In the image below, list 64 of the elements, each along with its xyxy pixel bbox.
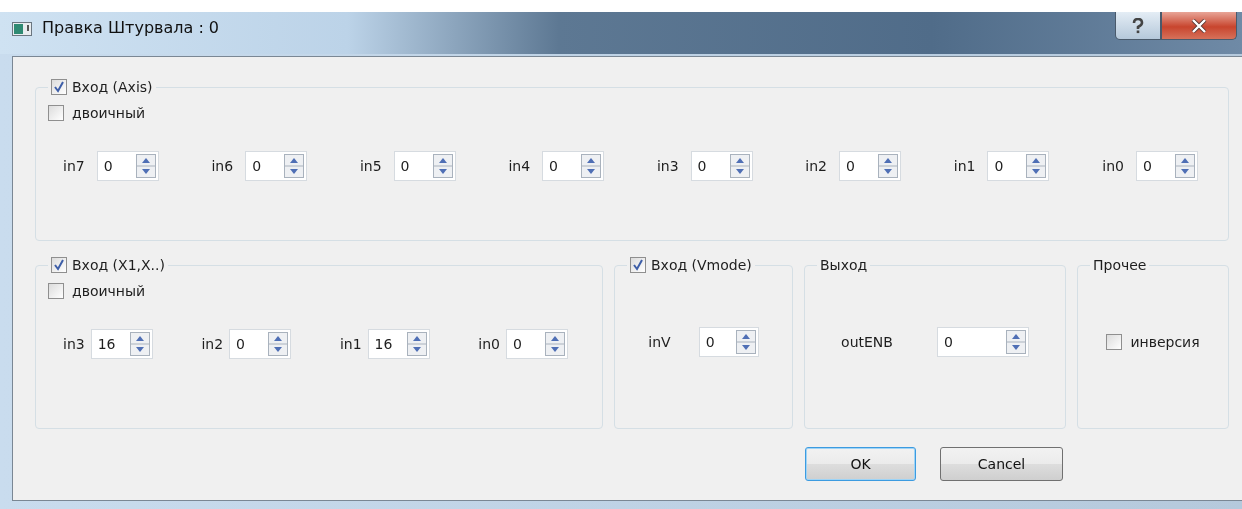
field-label: in2 <box>201 336 224 352</box>
number-spinbox[interactable]: 0 <box>393 151 456 181</box>
field-label: in3 <box>63 336 85 352</box>
field-label: in2 <box>805 158 827 174</box>
number-spinbox[interactable]: 0 <box>245 151 308 181</box>
number-spinbox[interactable]: 0 <box>1135 151 1198 181</box>
field-label: in1 <box>953 158 976 174</box>
number-spinbox[interactable]: 0 <box>690 151 753 181</box>
checkbox[interactable] <box>51 257 67 273</box>
checkbox[interactable] <box>630 257 646 273</box>
field-label: in5 <box>359 158 382 174</box>
spin-arrows-icon[interactable] <box>284 154 305 178</box>
spin-arrows-icon[interactable] <box>432 154 453 178</box>
field-label: in0 <box>1102 158 1124 174</box>
checkbox-label: двоичный <box>72 105 146 121</box>
dialog-button[interactable]: Cancel <box>940 447 1063 481</box>
number-spinbox[interactable]: 0 <box>542 151 605 181</box>
spin-arrows-icon[interactable] <box>1026 154 1047 178</box>
checkbox[interactable] <box>1106 333 1123 350</box>
spin-arrows-icon[interactable] <box>735 329 756 354</box>
group-title: Вход (Vmode) <box>651 257 752 273</box>
field-label: in0 <box>478 336 500 352</box>
group-title: Выход <box>820 257 868 273</box>
number-spinbox[interactable]: 16 <box>367 329 430 359</box>
field-label: in3 <box>656 158 679 174</box>
number-spinbox[interactable]: 0 <box>96 151 159 181</box>
group-title: Прочее <box>1093 257 1147 273</box>
help-button[interactable] <box>1115 12 1161 40</box>
number-spinbox[interactable]: 0 <box>698 326 759 357</box>
spin-arrows-icon[interactable] <box>406 332 427 356</box>
spin-arrows-icon[interactable] <box>581 154 602 178</box>
dialog-button[interactable]: OK <box>805 447 916 481</box>
spin-arrows-icon[interactable] <box>1174 154 1195 178</box>
field-label: inV <box>648 333 671 350</box>
spin-arrows-icon[interactable] <box>268 332 289 356</box>
field-label: in6 <box>211 158 234 174</box>
checkbox[interactable] <box>51 79 67 95</box>
field-label: in4 <box>508 158 531 174</box>
spin-arrows-icon[interactable] <box>129 332 150 356</box>
checkbox-label: инверсия <box>1130 333 1200 350</box>
group-title: Вход (X1,X..) <box>72 257 165 273</box>
close-icon <box>1191 18 1207 33</box>
number-spinbox[interactable]: 0 <box>229 329 292 359</box>
spin-arrows-icon[interactable] <box>545 332 565 356</box>
number-spinbox[interactable]: 16 <box>90 329 153 359</box>
spin-arrows-icon[interactable] <box>1005 329 1026 354</box>
field-label: outENB <box>841 333 893 350</box>
group-title: Вход (Axis) <box>72 79 153 95</box>
close-button[interactable] <box>1161 12 1237 40</box>
checkbox[interactable] <box>48 105 64 121</box>
window-title: Правка Штурвала : 0 <box>42 18 220 37</box>
checkbox-label: двоичный <box>72 283 146 299</box>
field-label: in1 <box>339 336 362 352</box>
number-spinbox[interactable]: 0 <box>506 329 568 359</box>
number-spinbox[interactable]: 0 <box>987 151 1050 181</box>
field-label: in7 <box>63 158 85 174</box>
help-icon <box>1131 17 1145 34</box>
spin-arrows-icon[interactable] <box>135 154 156 178</box>
app-icon <box>12 22 32 36</box>
spin-arrows-icon[interactable] <box>729 154 750 178</box>
number-spinbox[interactable]: 0 <box>936 326 1029 357</box>
spin-arrows-icon[interactable] <box>878 154 898 178</box>
checkbox[interactable] <box>48 283 64 299</box>
number-spinbox[interactable]: 0 <box>839 151 901 181</box>
